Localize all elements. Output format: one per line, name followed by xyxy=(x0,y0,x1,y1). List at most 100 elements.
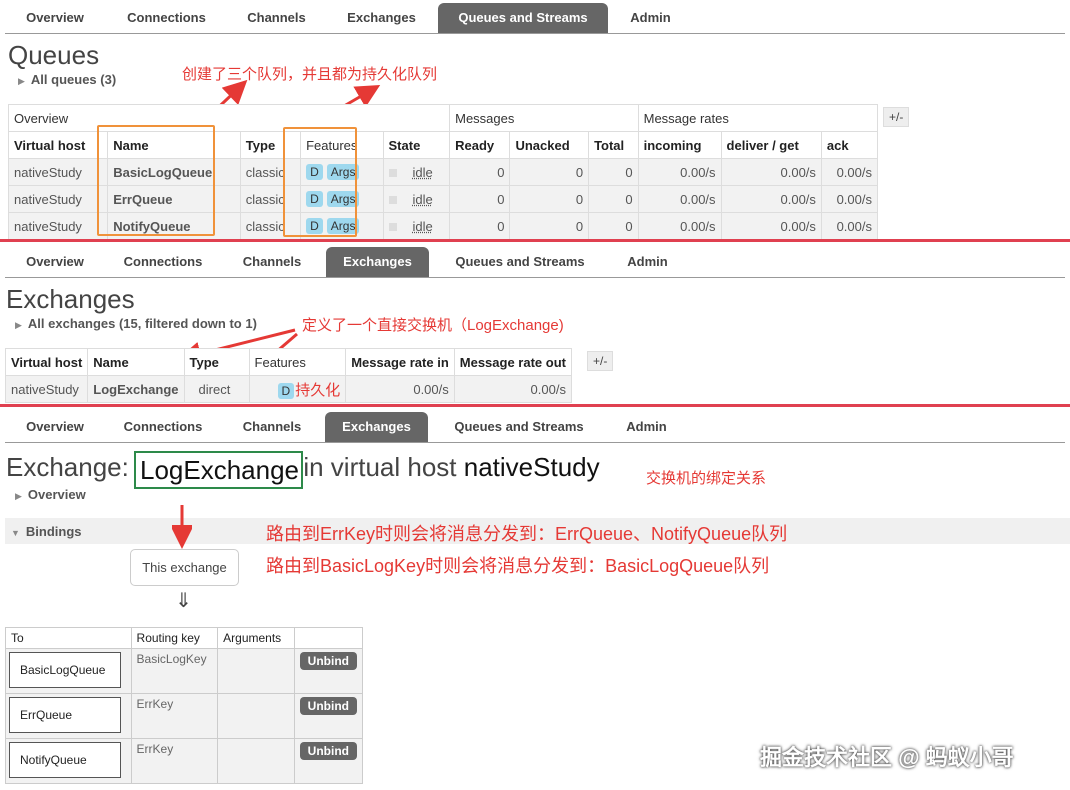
col-routing-key: Routing key xyxy=(130,627,219,649)
cell-incoming: 0.00/s xyxy=(637,158,722,186)
queue-link[interactable]: BasicLogQueue xyxy=(9,652,121,688)
tab-connections[interactable]: Connections xyxy=(108,247,218,277)
exchange-name-link[interactable]: LogExchange xyxy=(87,375,185,403)
col-state[interactable]: State xyxy=(382,131,451,159)
overview-label: Overview xyxy=(27,487,86,502)
state-indicator-icon xyxy=(388,169,397,178)
group-message-rates: Message rates xyxy=(637,104,879,132)
cell-arguments xyxy=(217,648,295,694)
col-unacked[interactable]: Unacked xyxy=(509,131,590,159)
cell-rate-out: 0.00/s xyxy=(453,375,572,403)
col-deliver-get[interactable]: deliver / get xyxy=(720,131,822,159)
cell-arguments xyxy=(217,738,295,784)
cell-unacked: 0 xyxy=(509,185,590,213)
queue-link[interactable]: NotifyQueue xyxy=(9,742,121,778)
col-ready[interactable]: Ready xyxy=(449,131,511,159)
group-messages: Messages xyxy=(449,104,639,132)
tab-channels[interactable]: Channels xyxy=(229,3,324,33)
columns-toggle-button[interactable]: +/- xyxy=(587,351,614,371)
cell-deliver: 0.00/s xyxy=(720,212,822,240)
annotation-durable: 持久化 xyxy=(295,381,341,399)
cell-routing-key: ErrKey xyxy=(130,738,219,784)
col-type[interactable]: Type xyxy=(183,348,250,376)
state-label: idle xyxy=(412,191,433,207)
cell-unacked: 0 xyxy=(509,212,590,240)
tab-exchanges[interactable]: Exchanges xyxy=(325,412,428,442)
section-divider xyxy=(0,404,1070,407)
cell-total: 0 xyxy=(588,158,639,186)
col-incoming[interactable]: incoming xyxy=(637,131,722,159)
tab-overview[interactable]: Overview xyxy=(5,3,105,33)
caret-right-icon: ▶ xyxy=(15,491,22,501)
highlight-features-column xyxy=(283,127,357,237)
overview-toggle[interactable]: ▶ Overview xyxy=(15,487,86,502)
caret-right-icon: ▶ xyxy=(15,320,22,330)
tab-admin[interactable]: Admin xyxy=(610,247,685,277)
caret-right-icon: ▶ xyxy=(18,76,25,86)
col-virtual-host[interactable]: Virtual host xyxy=(4,348,89,376)
cell-ready: 0 xyxy=(449,185,511,213)
section-divider xyxy=(0,239,1070,242)
unbind-button[interactable]: Unbind xyxy=(299,652,357,670)
tab-overview[interactable]: Overview xyxy=(7,412,103,442)
unbind-button[interactable]: Unbind xyxy=(299,697,357,715)
annotation-exchanges: 定义了一个直接交换机（LogExchange) xyxy=(302,317,564,334)
nav-bar-exchanges: Overview Connections Channels Exchanges … xyxy=(5,247,1065,278)
col-actions xyxy=(293,627,364,649)
col-arguments: Arguments xyxy=(217,627,295,649)
tab-exchanges[interactable]: Exchanges xyxy=(326,247,429,277)
cell-total: 0 xyxy=(588,185,639,213)
col-name[interactable]: Name xyxy=(87,348,185,376)
annotation-note-errkey: 路由到ErrKey时则会将消息分发到：ErrQueue、NotifyQueue队… xyxy=(266,524,788,544)
tab-channels[interactable]: Channels xyxy=(227,247,317,277)
queue-link[interactable]: ErrQueue xyxy=(9,697,121,733)
caret-down-icon: ▼ xyxy=(11,528,20,538)
exchanges-table: Virtual host Name Type Features Message … xyxy=(4,348,572,403)
unbind-button[interactable]: Unbind xyxy=(299,742,357,760)
state-indicator-icon xyxy=(388,223,397,232)
annotation-note-basiclogkey: 路由到BasicLogKey时则会将消息分发到：BasicLogQueue队列 xyxy=(266,556,770,576)
bindings-label: Bindings xyxy=(25,524,82,539)
cell-vhost: nativeStudy xyxy=(4,375,89,403)
col-ack[interactable]: ack xyxy=(820,131,879,159)
tab-connections[interactable]: Connections xyxy=(108,412,218,442)
annotation-bindings: 交换机的绑定关系 xyxy=(646,470,767,487)
table-row[interactable]: nativeStudy LogExchange direct D 持久化 0.00… xyxy=(4,375,572,403)
tab-exchanges[interactable]: Exchanges xyxy=(329,3,434,33)
bindings-table: To Routing key Arguments BasicLogQueue B… xyxy=(5,627,364,784)
cell-ack: 0.00/s xyxy=(820,185,879,213)
durable-badge: D xyxy=(277,382,295,399)
all-queues-toggle[interactable]: ▶ All queues (3) xyxy=(18,72,116,87)
all-queues-label: All queues (3) xyxy=(30,72,117,87)
tab-queues-and-streams[interactable]: Queues and Streams xyxy=(439,412,599,442)
watermark: 掘金技术社区 @ 蚂蚁小哥 xyxy=(760,745,1014,770)
col-total[interactable]: Total xyxy=(588,131,639,159)
col-features[interactable]: Features xyxy=(248,348,347,376)
tab-admin[interactable]: Admin xyxy=(609,412,684,442)
highlight-name-column xyxy=(97,125,215,236)
col-rate-out[interactable]: Message rate out xyxy=(453,348,572,376)
col-rate-in[interactable]: Message rate in xyxy=(345,348,455,376)
cell-ack: 0.00/s xyxy=(820,212,879,240)
col-virtual-host[interactable]: Virtual host xyxy=(7,131,109,159)
tab-admin[interactable]: Admin xyxy=(613,3,688,33)
cell-rate-in: 0.00/s xyxy=(345,375,455,403)
tab-overview[interactable]: Overview xyxy=(7,247,103,277)
tab-channels[interactable]: Channels xyxy=(227,412,317,442)
cell-incoming: 0.00/s xyxy=(637,185,722,213)
cell-features: D 持久化 xyxy=(248,375,347,403)
table-row: NotifyQueue ErrKey Unbind xyxy=(5,738,364,784)
tab-queues-and-streams[interactable]: Queues and Streams xyxy=(440,247,600,277)
tab-connections[interactable]: Connections xyxy=(109,3,224,33)
cell-vhost: nativeStudy xyxy=(7,185,109,213)
cell-total: 0 xyxy=(588,212,639,240)
tab-queues-and-streams[interactable]: Queues and Streams xyxy=(438,3,608,33)
cell-deliver: 0.00/s xyxy=(720,158,822,186)
group-overview: Overview xyxy=(7,104,451,132)
cell-incoming: 0.00/s xyxy=(637,212,722,240)
table-row: ErrQueue ErrKey Unbind xyxy=(5,693,364,739)
columns-toggle-button[interactable]: +/- xyxy=(883,107,910,127)
table-row: BasicLogQueue BasicLogKey Unbind xyxy=(5,648,364,694)
title-prefix: Exchange: xyxy=(6,452,129,482)
annotation-arrow-down xyxy=(172,505,192,549)
